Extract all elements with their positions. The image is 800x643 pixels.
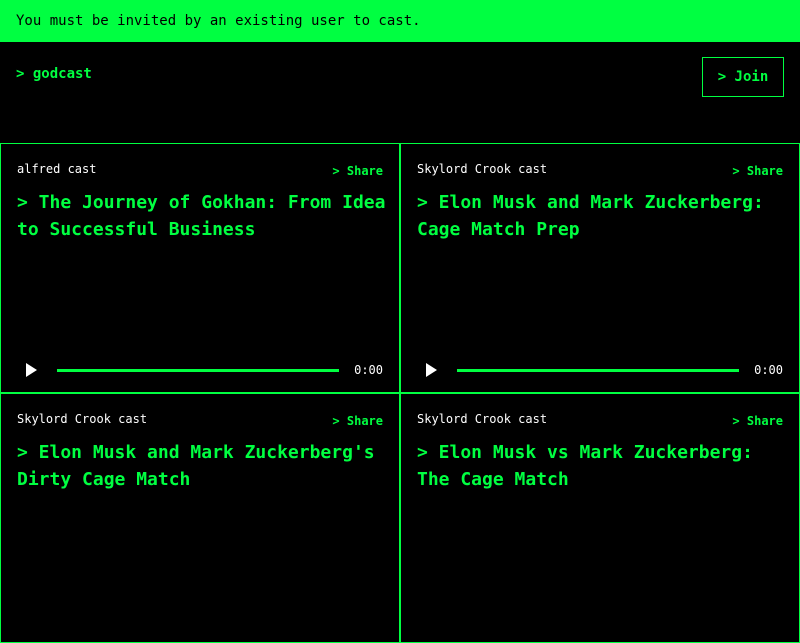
share-button[interactable]: > Share <box>332 414 383 428</box>
audio-player: 0:00 <box>417 360 783 380</box>
share-button[interactable]: > Share <box>332 164 383 178</box>
play-time: 0:00 <box>754 363 783 377</box>
share-button[interactable]: > Share <box>732 414 783 428</box>
audio-player: 0:00 <box>17 360 383 380</box>
cast-author: Skylord Crook cast <box>417 162 548 176</box>
header: > godcast > Join <box>0 42 800 143</box>
cast-author: Skylord Crook cast <box>417 412 548 426</box>
cast-title[interactable]: > Elon Musk vs Mark Zuckerberg: The Cage… <box>417 439 787 493</box>
join-button[interactable]: > Join <box>702 57 784 97</box>
cast-card: Skylord Crook cast > Share > Elon Musk a… <box>400 143 800 393</box>
cast-author: alfred cast <box>17 162 97 176</box>
brand-link[interactable]: > godcast <box>16 66 92 82</box>
play-time: 0:00 <box>354 363 383 377</box>
cast-title[interactable]: > Elon Musk and Mark Zuckerberg: Cage Ma… <box>417 189 787 243</box>
cast-title[interactable]: > Elon Musk and Mark Zuckerberg's Dirty … <box>17 439 387 493</box>
progress-track[interactable] <box>457 369 739 372</box>
cast-title[interactable]: > The Journey of Gokhan: From Idea to Su… <box>17 189 387 243</box>
play-icon[interactable] <box>23 362 39 378</box>
cast-card: alfred cast > Share > The Journey of Gok… <box>0 143 400 393</box>
play-icon[interactable] <box>423 362 439 378</box>
cast-grid: alfred cast > Share > The Journey of Gok… <box>0 143 800 643</box>
cast-author: Skylord Crook cast <box>17 412 148 426</box>
cast-card: Skylord Crook cast > Share > Elon Musk v… <box>400 393 800 643</box>
cast-card: Skylord Crook cast > Share > Elon Musk a… <box>0 393 400 643</box>
invite-banner: You must be invited by an existing user … <box>0 0 800 42</box>
share-button[interactable]: > Share <box>732 164 783 178</box>
progress-track[interactable] <box>57 369 339 372</box>
